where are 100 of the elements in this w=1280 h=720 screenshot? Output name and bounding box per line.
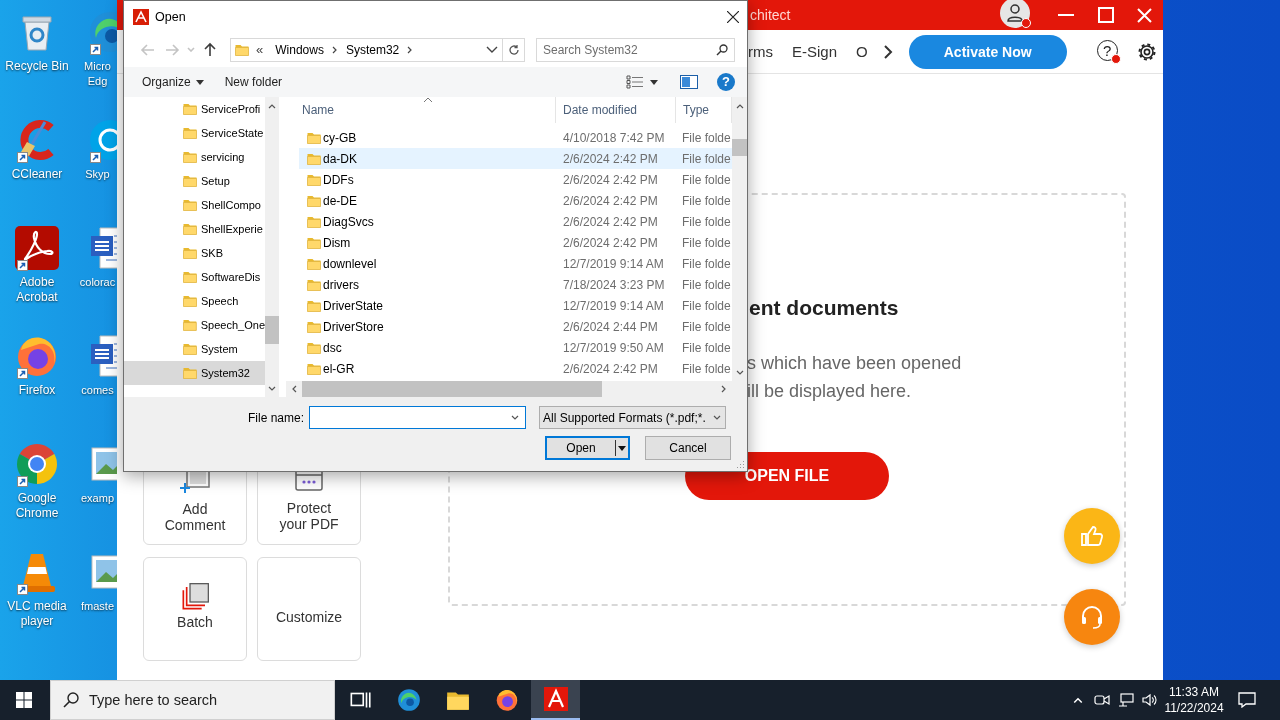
breadcrumb[interactable]: Windows: [271, 42, 328, 57]
file-name: DiagSvcs: [323, 214, 374, 229]
activate-button[interactable]: Activate Now: [908, 34, 1067, 69]
folder-tree-item[interactable]: servicing: [124, 145, 265, 169]
tool-tile[interactable]: Batch: [143, 557, 247, 661]
folder-tree-item[interactable]: System: [124, 337, 265, 361]
file-row[interactable]: de-DE 2/6/2024 2:42 PM File folde: [299, 190, 732, 211]
date-cell-text: 2/6/2024 2:42 PM: [562, 235, 659, 250]
folder-tree-item[interactable]: System32: [124, 361, 265, 385]
folder-icon: [182, 101, 198, 117]
clock[interactable]: 11:33 AM 11/22/2024: [1163, 684, 1225, 716]
search-icon: [63, 692, 79, 708]
speaker-icon[interactable]: [1142, 693, 1158, 707]
file-row[interactable]: dsc 12/7/2019 9:50 AM File folde: [299, 337, 732, 358]
file-row[interactable]: da-DK 2/6/2024 2:42 PM File folde: [299, 148, 732, 169]
folder-tree-item[interactable]: ServiceState: [124, 121, 265, 145]
details-view-icon: [626, 75, 644, 89]
scrollbar[interactable]: [732, 97, 747, 381]
type-cell-text: File folde: [681, 277, 732, 292]
file-row[interactable]: DriverState 12/7/2019 9:14 AM File folde: [299, 295, 732, 316]
chevron-right-icon[interactable]: [882, 43, 893, 60]
file-row[interactable]: DDFs 2/6/2024 2:42 PM File folde: [299, 169, 732, 190]
open-button[interactable]: Open: [545, 436, 630, 460]
date-cell-text: 12/7/2019 9:50 AM: [562, 340, 665, 355]
overflow-chevron[interactable]: «: [256, 42, 264, 57]
video-icon[interactable]: [1094, 693, 1110, 707]
organize-menu[interactable]: Organize: [134, 70, 212, 94]
folder-tree-item[interactable]: ShellCompo: [124, 193, 265, 217]
caret-down-icon: [187, 47, 195, 52]
folder-tree-item[interactable]: ShellExperie: [124, 217, 265, 241]
file-row[interactable]: DriverStore 2/6/2024 2:44 PM File folde: [299, 316, 732, 337]
folder-icon: [182, 317, 198, 333]
folder-name: SKB: [201, 247, 223, 259]
new-folder-button[interactable]: New folder: [216, 70, 291, 94]
close-icon: [727, 10, 739, 23]
file-name: downlevel: [323, 256, 377, 271]
type-cell-text: File folde: [681, 319, 732, 334]
resize-grip-icon[interactable]: [736, 460, 745, 469]
cancel-button[interactable]: Cancel: [645, 436, 731, 460]
chevron-right-icon[interactable]: [407, 45, 414, 54]
folder-tree-item[interactable]: ServiceProfi: [124, 97, 265, 121]
folder-tree-item[interactable]: Speech: [124, 289, 265, 313]
chevron-down-icon[interactable]: [486, 45, 498, 54]
folder-name: SoftwareDis: [201, 271, 261, 283]
chevron-down-icon: [511, 413, 519, 422]
file-row[interactable]: Dism 2/6/2024 2:42 PM File folde: [299, 232, 732, 253]
search-field[interactable]: Type here to search: [50, 680, 335, 720]
folder-icon: [182, 293, 198, 309]
menu-tab[interactable]: rms: [748, 43, 773, 60]
folder-tree-item[interactable]: SoftwareDis: [124, 265, 265, 289]
file-row[interactable]: cy-GB 4/10/2018 7:42 PM File folde: [299, 127, 732, 148]
tool-tile[interactable]: Customize: [257, 557, 361, 661]
search-field[interactable]: Search System32: [536, 37, 735, 62]
chevron-right-icon: [720, 385, 728, 393]
column-header[interactable]: Date modified: [556, 97, 676, 123]
menu-tab[interactable]: O: [856, 43, 868, 60]
date-cell-text: 2/6/2024 2:42 PM: [562, 193, 659, 208]
folder-tree-item[interactable]: Setup: [124, 169, 265, 193]
folder-name: ShellExperie: [201, 223, 263, 235]
folder-name: Setup: [201, 175, 230, 187]
file-row[interactable]: el-GR 2/6/2024 2:42 PM File folde: [299, 358, 732, 379]
type-cell-text: File folde: [681, 130, 732, 145]
folder-name: Speech: [201, 295, 239, 307]
folder-icon: [182, 149, 198, 165]
folder-tree-item[interactable]: Speech_One: [124, 313, 265, 337]
folder-icon: [182, 365, 198, 381]
column-header[interactable]: Name: [286, 97, 556, 123]
scrollbar-thumb[interactable]: [732, 139, 747, 156]
avatar-icon[interactable]: [1000, 0, 1032, 30]
breadcrumb[interactable]: System32: [341, 42, 404, 57]
address-bar[interactable]: « Windows System32: [230, 37, 525, 62]
chevron-right-icon[interactable]: [331, 45, 338, 54]
folder-icon: [182, 341, 198, 357]
view-options-button[interactable]: [626, 75, 658, 89]
menu-tab[interactable]: E-Sign: [792, 43, 838, 60]
scrollbar[interactable]: [265, 97, 279, 397]
type-cell-text: File folde: [681, 361, 732, 376]
file-row[interactable]: DiagSvcs 2/6/2024 2:42 PM File folde: [299, 211, 732, 232]
folder-tree-item[interactable]: SKB: [124, 241, 265, 265]
sort-caret-icon: [423, 97, 433, 103]
file-name: DDFs: [323, 172, 354, 187]
folder-name: Speech_One: [200, 319, 265, 331]
scrollbar-thumb[interactable]: [302, 381, 602, 397]
file-row[interactable]: downlevel 12/7/2019 9:14 AM File folde: [299, 253, 732, 274]
file-row[interactable]: drivers 7/18/2024 3:23 PM File folde: [299, 274, 732, 295]
folder-icon: [182, 221, 198, 237]
folder-icon: [182, 245, 198, 261]
scrollbar-thumb[interactable]: [265, 316, 279, 344]
file-name: Dism: [323, 235, 351, 250]
help-button[interactable]: ?: [717, 73, 735, 91]
file-name-field[interactable]: [309, 406, 526, 429]
up-arrow-icon: [202, 41, 218, 58]
network-icon[interactable]: [1118, 693, 1134, 707]
shortcut-arrow-icon: [90, 152, 101, 163]
file-type-dropdown[interactable]: All Supported Formats (*.pdf;*.: [539, 406, 726, 429]
date-cell-text: 2/6/2024 2:42 PM: [562, 172, 659, 187]
pdf-app-icon[interactable]: [13, 224, 61, 272]
type-cell-text: File folde: [681, 214, 732, 229]
taskbar-button[interactable]: [531, 680, 580, 720]
preview-pane-icon[interactable]: [680, 75, 698, 89]
